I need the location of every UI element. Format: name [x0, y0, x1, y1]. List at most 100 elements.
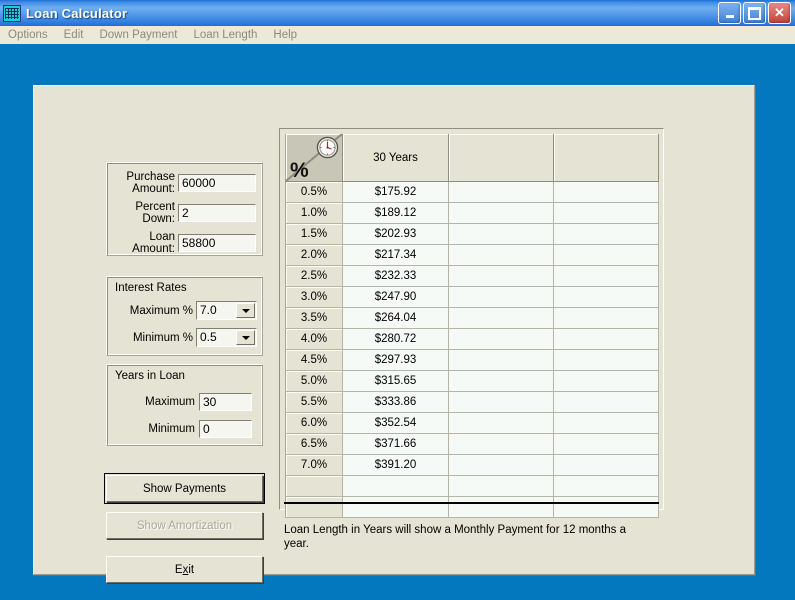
grid-cell-empty-1[interactable]: [448, 496, 554, 518]
grid-cell-payment[interactable]: $202.93: [342, 223, 449, 245]
grid-cell-empty-2[interactable]: [553, 328, 659, 350]
years-maximum-input[interactable]: 30: [199, 393, 252, 411]
grid-cell-empty-1[interactable]: [448, 286, 554, 308]
table-row[interactable]: [285, 496, 659, 518]
grid-cell-empty-2[interactable]: [553, 244, 659, 266]
grid-cell-rate[interactable]: 7.0%: [285, 454, 343, 476]
grid-cell-payment[interactable]: $333.86: [342, 391, 449, 413]
table-row[interactable]: 1.0% $189.12: [285, 202, 659, 224]
grid-cell-empty-2[interactable]: [553, 286, 659, 308]
grid-cell-empty-1[interactable]: [448, 328, 554, 350]
grid-cell-rate[interactable]: 5.5%: [285, 391, 343, 413]
table-row[interactable]: 2.0% $217.34: [285, 244, 659, 266]
table-row[interactable]: 6.5% $371.66: [285, 433, 659, 455]
grid-cell-payment[interactable]: $247.90: [342, 286, 449, 308]
grid-cell-rate[interactable]: 6.0%: [285, 412, 343, 434]
table-row[interactable]: 5.5% $333.86: [285, 391, 659, 413]
maximize-button[interactable]: [743, 2, 766, 24]
grid-cell-empty-2[interactable]: [553, 202, 659, 224]
grid-cell-payment[interactable]: $352.54: [342, 412, 449, 434]
grid-cell-empty-2[interactable]: [553, 349, 659, 371]
grid-cell-payment[interactable]: [342, 496, 449, 518]
grid-cell-empty-1[interactable]: [448, 349, 554, 371]
minimize-button[interactable]: [718, 2, 741, 24]
grid-cell-empty-2[interactable]: [553, 223, 659, 245]
table-row[interactable]: 1.5% $202.93: [285, 223, 659, 245]
grid-cell-empty-1[interactable]: [448, 202, 554, 224]
table-row[interactable]: [285, 475, 659, 497]
chevron-down-icon[interactable]: [236, 303, 255, 318]
grid-cell-payment[interactable]: $232.33: [342, 265, 449, 287]
grid-cell-empty-1[interactable]: [448, 244, 554, 266]
grid-cell-empty-1[interactable]: [448, 223, 554, 245]
purchase-amount-input[interactable]: 60000: [178, 174, 256, 192]
grid-cell-rate[interactable]: 4.5%: [285, 349, 343, 371]
interest-maximum-select[interactable]: 7.0: [196, 301, 257, 320]
grid-cell-payment[interactable]: $175.92: [342, 181, 449, 203]
menu-item-edit[interactable]: Edit: [56, 28, 92, 42]
grid-cell-empty-1[interactable]: [448, 412, 554, 434]
grid-cell-rate[interactable]: 1.5%: [285, 223, 343, 245]
grid-cell-rate[interactable]: [285, 496, 343, 518]
grid-cell-rate[interactable]: 3.0%: [285, 286, 343, 308]
grid-cell-payment[interactable]: $315.65: [342, 370, 449, 392]
table-row[interactable]: 6.0% $352.54: [285, 412, 659, 434]
menu-item-help[interactable]: Help: [265, 28, 305, 42]
exit-button[interactable]: Exit: [106, 556, 263, 583]
grid-cell-empty-1[interactable]: [448, 265, 554, 287]
table-row[interactable]: 0.5% $175.92: [285, 181, 659, 203]
grid-cell-empty-2[interactable]: [553, 370, 659, 392]
table-row[interactable]: 2.5% $232.33: [285, 265, 659, 287]
chevron-down-icon[interactable]: [236, 330, 255, 345]
percent-down-input[interactable]: 2: [178, 204, 256, 222]
grid-cell-empty-1[interactable]: [448, 454, 554, 476]
grid-cell-rate[interactable]: 5.0%: [285, 370, 343, 392]
grid-cell-rate[interactable]: 2.5%: [285, 265, 343, 287]
grid-cell-empty-1[interactable]: [448, 475, 554, 497]
grid-cell-rate[interactable]: 2.0%: [285, 244, 343, 266]
grid-cell-rate[interactable]: 0.5%: [285, 181, 343, 203]
grid-cell-empty-2[interactable]: [553, 265, 659, 287]
grid-cell-payment[interactable]: $297.93: [342, 349, 449, 371]
grid-cell-empty-2[interactable]: [553, 433, 659, 455]
show-payments-button[interactable]: Show Payments: [104, 473, 265, 504]
table-row[interactable]: 3.0% $247.90: [285, 286, 659, 308]
grid-cell-payment[interactable]: $371.66: [342, 433, 449, 455]
grid-cell-payment[interactable]: $264.04: [342, 307, 449, 329]
grid-cell-payment[interactable]: $391.20: [342, 454, 449, 476]
grid-cell-rate[interactable]: 1.0%: [285, 202, 343, 224]
title-bar[interactable]: Loan Calculator ✕: [0, 0, 795, 27]
grid-cell-rate[interactable]: 4.0%: [285, 328, 343, 350]
table-row[interactable]: 4.5% $297.93: [285, 349, 659, 371]
grid-cell-rate[interactable]: 3.5%: [285, 307, 343, 329]
grid-cell-empty-2[interactable]: [553, 454, 659, 476]
table-row[interactable]: 5.0% $315.65: [285, 370, 659, 392]
menu-item-options[interactable]: Options: [0, 28, 56, 42]
menu-item-down-payment[interactable]: Down Payment: [91, 28, 185, 42]
table-row[interactable]: 7.0% $391.20: [285, 454, 659, 476]
table-row[interactable]: 4.0% $280.72: [285, 328, 659, 350]
grid-cell-rate[interactable]: 6.5%: [285, 433, 343, 455]
grid-cell-empty-1[interactable]: [448, 181, 554, 203]
grid-cell-rate[interactable]: [285, 475, 343, 497]
grid-cell-empty-1[interactable]: [448, 370, 554, 392]
grid-cell-empty-2[interactable]: [553, 475, 659, 497]
grid-cell-empty-2[interactable]: [553, 391, 659, 413]
grid-cell-payment[interactable]: [342, 475, 449, 497]
grid-cell-empty-1[interactable]: [448, 307, 554, 329]
grid-cell-payment[interactable]: $217.34: [342, 244, 449, 266]
interest-minimum-select[interactable]: 0.5: [196, 328, 257, 347]
payments-grid-container[interactable]: % 30 Years 0.5% $175.92 1.0% $189.12 1.5…: [279, 128, 664, 518]
menu-item-loan-length[interactable]: Loan Length: [185, 28, 265, 42]
grid-cell-empty-2[interactable]: [553, 496, 659, 518]
table-row[interactable]: 3.5% $264.04: [285, 307, 659, 329]
grid-cell-empty-1[interactable]: [448, 433, 554, 455]
grid-cell-payment[interactable]: $280.72: [342, 328, 449, 350]
grid-cell-payment[interactable]: $189.12: [342, 202, 449, 224]
grid-cell-empty-2[interactable]: [553, 307, 659, 329]
loan-amount-input[interactable]: 58800: [178, 234, 256, 252]
grid-cell-empty-2[interactable]: [553, 412, 659, 434]
years-minimum-input[interactable]: 0: [199, 420, 252, 438]
close-button[interactable]: ✕: [768, 2, 791, 24]
grid-cell-empty-1[interactable]: [448, 391, 554, 413]
